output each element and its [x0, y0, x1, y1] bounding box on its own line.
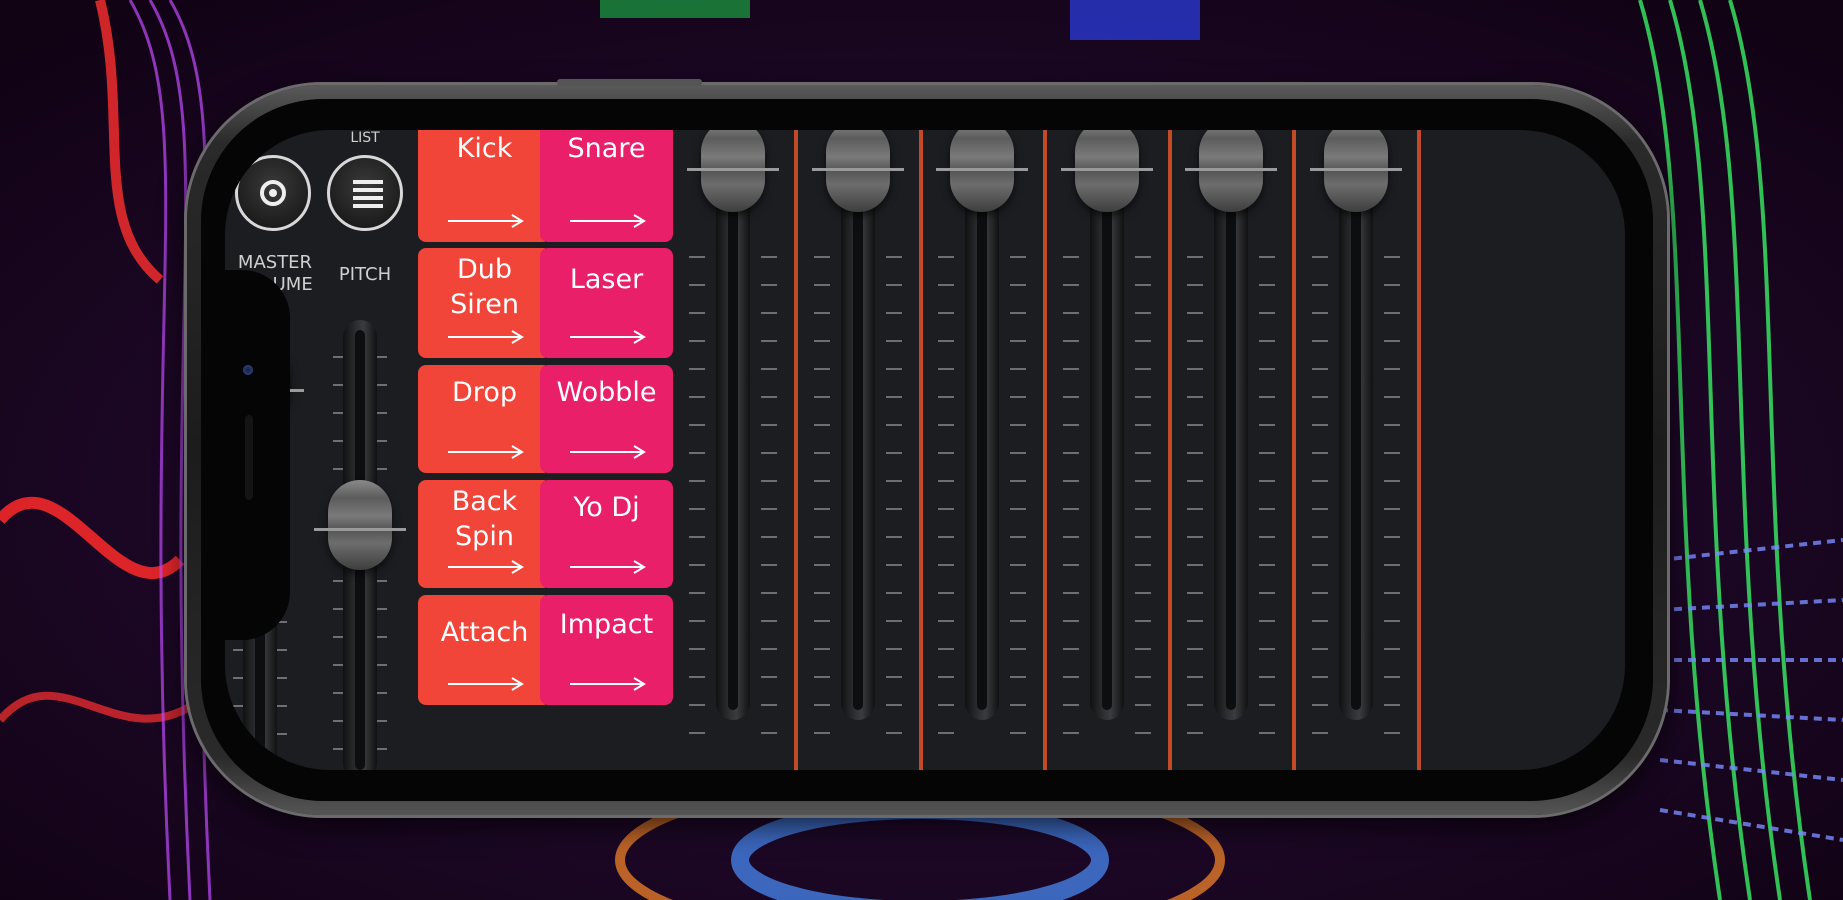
camera-notch — [225, 270, 290, 640]
arrow-right-icon — [448, 445, 524, 459]
pad-wobble[interactable]: Wobble — [540, 365, 673, 473]
pad-impact[interactable]: Impact — [540, 595, 673, 705]
list-label: LIST — [350, 130, 380, 146]
channel-divider — [1043, 130, 1047, 770]
phone-top-button — [557, 79, 702, 86]
arrow-right-icon — [448, 560, 524, 574]
phone-frame: LIST MASTER VOLUME PITCH Kick Snare Du — [187, 79, 1667, 815]
pad-label: Drop — [452, 377, 517, 408]
channel-divider — [794, 130, 798, 770]
arrow-right-icon — [448, 677, 524, 691]
pad-label: Yo Dj — [573, 492, 640, 523]
list-button[interactable] — [327, 155, 403, 231]
channel-fader-6[interactable] — [1296, 130, 1416, 770]
pad-laser[interactable]: Laser — [540, 248, 673, 358]
fader-knob[interactable] — [1185, 130, 1277, 212]
pad-label: Wobble — [556, 377, 657, 408]
arrow-right-icon — [570, 445, 646, 459]
fader-knob[interactable] — [811, 130, 904, 212]
channel-fader-5[interactable] — [1171, 130, 1291, 770]
fader-track — [716, 190, 750, 720]
fader-track — [1338, 190, 1373, 720]
arrow-right-icon — [448, 214, 524, 228]
fader-knob[interactable] — [1309, 130, 1402, 212]
channel-divider — [1167, 130, 1172, 770]
fader-knob[interactable] — [314, 480, 406, 570]
app-screen: LIST MASTER VOLUME PITCH Kick Snare Du — [225, 130, 1625, 770]
arrow-right-icon — [570, 560, 646, 574]
fader-track — [1214, 190, 1248, 720]
arrow-right-icon — [448, 330, 524, 344]
pad-label: Attach — [440, 617, 529, 648]
pad-snare[interactable]: Snare — [540, 130, 673, 242]
arrow-right-icon — [570, 677, 646, 691]
channel-divider — [1416, 130, 1421, 770]
pad-kick[interactable]: Kick — [418, 130, 551, 242]
fader-knob[interactable] — [936, 130, 1028, 212]
channel-divider — [918, 130, 923, 770]
pad-label: Snare — [567, 133, 646, 164]
fader-track — [965, 190, 999, 720]
record-icon — [260, 180, 286, 206]
channel-fader-1[interactable] — [673, 130, 793, 770]
pad-yo-dj[interactable]: Yo Dj — [540, 480, 673, 588]
channel-divider — [1292, 130, 1296, 770]
pad-attach[interactable]: Attach — [418, 595, 551, 705]
list-icon — [353, 180, 383, 208]
pad-label: Dub Siren — [450, 254, 519, 320]
camera-lens — [243, 365, 253, 375]
pad-label: Laser — [569, 264, 644, 295]
channel-fader-4[interactable] — [1047, 130, 1167, 770]
pad-drop[interactable]: Drop — [418, 365, 551, 473]
pad-label: Back Spin — [451, 486, 518, 552]
channel-fader-3[interactable] — [922, 130, 1042, 770]
pad-back-spin[interactable]: Back Spin — [418, 480, 551, 588]
pad-dub-siren[interactable]: Dub Siren — [418, 248, 551, 358]
speaker-grille — [245, 415, 253, 500]
fader-track — [1089, 190, 1124, 720]
arrow-right-icon — [570, 330, 646, 344]
arrow-right-icon — [570, 214, 646, 228]
pad-label: Kick — [456, 133, 513, 164]
fader-track — [840, 190, 875, 720]
pad-label: Impact — [559, 609, 654, 640]
fader-knob[interactable] — [687, 130, 779, 212]
channel-fader-2[interactable] — [798, 130, 918, 770]
pitch-label: PITCH — [338, 264, 392, 285]
record-button[interactable] — [235, 155, 311, 231]
fader-knob[interactable] — [1060, 130, 1153, 212]
